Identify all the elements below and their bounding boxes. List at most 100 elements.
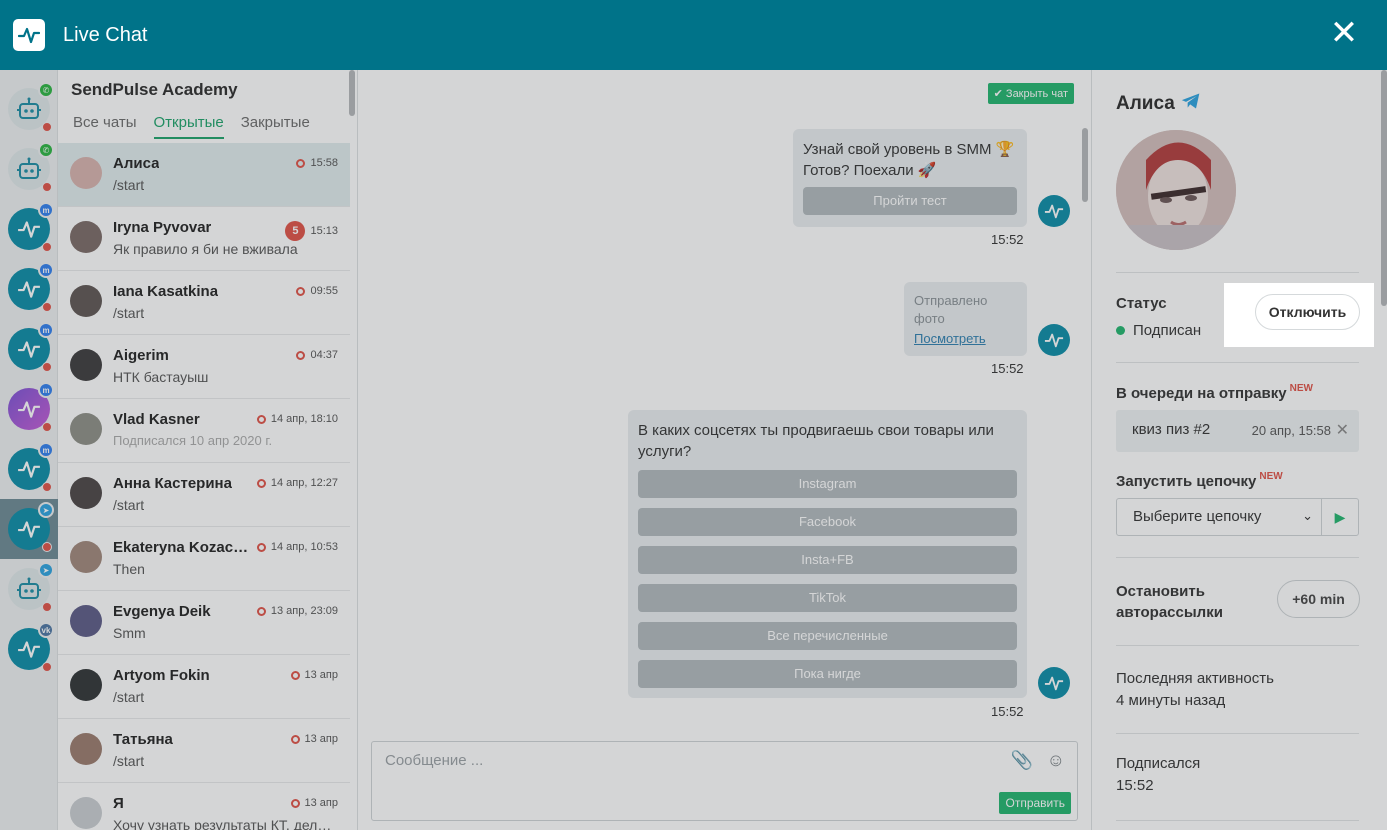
- bot-selector[interactable]: vk: [8, 622, 54, 672]
- bot-avatar-icon: [1038, 324, 1070, 356]
- answer-button[interactable]: Instagram: [638, 470, 1017, 498]
- bot-selector[interactable]: m: [8, 262, 54, 312]
- chat-rows: Алиса/start 15:58 Iryna Pyvovar Як правило …: [58, 143, 350, 830]
- answer-buttons: Instagram Facebook Insta+FB TikTok Все переч…: [638, 470, 1017, 688]
- chat-contact-name: Aigerim: [113, 347, 169, 364]
- unread-dot-icon: [42, 302, 52, 312]
- pause-60-min-button[interactable]: +60 min: [1277, 580, 1360, 618]
- bot-selector[interactable]: ➤: [8, 562, 54, 612]
- answer-button[interactable]: TikTok: [638, 584, 1017, 612]
- chat-list-scrollbar[interactable]: [349, 70, 355, 116]
- start-chain-button[interactable]: ▶: [1321, 498, 1359, 536]
- chat-last-message: /start: [113, 753, 145, 769]
- chat-time-text: 14 апр, 10:53: [270, 541, 338, 553]
- chat-time-text: 04:37: [310, 349, 338, 361]
- tab-open-chats[interactable]: Открытые: [153, 114, 224, 139]
- divider: [1116, 820, 1359, 821]
- chat-time-text: 15:13: [310, 225, 338, 237]
- open-status-icon: [296, 350, 306, 360]
- chat-row[interactable]: Vlad Kasner Подписался 10 апр 2020 г. 14 а…: [58, 399, 350, 463]
- chat-row[interactable]: Алиса/start 15:58: [58, 143, 350, 207]
- answer-button[interactable]: Пока нигде: [638, 660, 1017, 688]
- disconnect-button[interactable]: Отключить: [1255, 294, 1360, 330]
- chain-label-text: Запустить цепочку: [1116, 473, 1257, 490]
- chat-time: 14 апр, 10:53: [256, 541, 338, 553]
- chat-row[interactable]: Artyom Fokin/start 13 апр: [58, 655, 350, 719]
- tab-all-chats[interactable]: Все чаты: [73, 114, 137, 139]
- open-status-icon: [296, 158, 306, 168]
- message-composer[interactable]: Сообщение ... 📎 ☺ Отправить: [371, 741, 1078, 821]
- app-header: Live Chat ✕: [0, 0, 1387, 70]
- divider: [1116, 272, 1359, 273]
- remove-queue-item-icon[interactable]: ✕: [1336, 420, 1349, 440]
- new-badge: NEW: [1289, 383, 1313, 394]
- bot-selector[interactable]: m: [8, 322, 54, 372]
- open-status-icon: [256, 414, 266, 424]
- tab-closed-chats[interactable]: Закрытые: [241, 114, 310, 139]
- send-button[interactable]: Отправить: [999, 792, 1071, 814]
- chat-time-text: 14 апр, 12:27: [270, 477, 338, 489]
- chat-row[interactable]: Я Хочу узнать результаты КТ, делала вчера…: [58, 783, 350, 830]
- messenger-icon: m: [38, 382, 54, 398]
- chain-select[interactable]: Выберите цепочку ⌄: [1116, 498, 1322, 536]
- answer-button[interactable]: Insta+FB: [638, 546, 1017, 574]
- unread-dot-icon: [42, 182, 52, 192]
- chat-row[interactable]: Ekateryna Kozachenko Then 14 апр, 10:53: [58, 527, 350, 591]
- answer-button[interactable]: Все перечисленные: [638, 622, 1017, 650]
- chat-row[interactable]: Анна Кастерина/start 14 апр, 12:27: [58, 463, 350, 527]
- conversation-scrollbar[interactable]: [1082, 128, 1088, 202]
- status-dot-icon: [1116, 326, 1125, 335]
- profile-scrollbar[interactable]: [1381, 70, 1387, 306]
- chat-time: 15:58: [296, 157, 338, 169]
- whatsapp-icon: ✆: [38, 142, 54, 158]
- chat-time: 04:37: [296, 349, 338, 361]
- user-avatar: [70, 733, 102, 765]
- take-test-button[interactable]: Пройти тест: [803, 187, 1017, 215]
- unread-dot-icon: [42, 542, 52, 552]
- chat-time: 14 апр, 12:27: [256, 477, 338, 489]
- chat-contact-name: Ekateryna Kozachenko: [113, 539, 253, 556]
- open-status-icon: [290, 798, 300, 808]
- view-photo-link[interactable]: Посмотреть: [914, 328, 1017, 349]
- chat-row[interactable]: Iryna Pyvovar Як правило я би не вживала 5…: [58, 207, 350, 271]
- chat-row[interactable]: Evgenya Deik Smm 13 апр, 23:09: [58, 591, 350, 655]
- last-activity-value: 4 минуты назад: [1116, 692, 1226, 709]
- status-text: Подписан: [1133, 322, 1202, 339]
- messenger-icon: m: [38, 262, 54, 278]
- bot-selector[interactable]: m: [8, 202, 54, 252]
- telegram-icon: ➤: [38, 562, 54, 578]
- chat-time-text: 13 апр, 23:09: [270, 605, 338, 617]
- bot-selector[interactable]: m: [8, 442, 54, 492]
- queue-item-time: 20 апр, 15:58: [1251, 423, 1331, 438]
- attachment-icon[interactable]: 📎: [1011, 750, 1033, 771]
- chat-row[interactable]: Aigerim НТК бастауыш 04:37: [58, 335, 350, 399]
- unread-dot-icon: [42, 482, 52, 492]
- chain-label: Запустить цепочку NEW: [1116, 471, 1283, 490]
- bot-selector[interactable]: ➤: [8, 502, 54, 552]
- message-input[interactable]: Сообщение ...: [385, 752, 483, 769]
- vk-icon: vk: [38, 622, 54, 638]
- close-icon[interactable]: ✕: [1327, 16, 1361, 52]
- close-chat-button[interactable]: ✔ Закрыть чат: [987, 83, 1074, 104]
- chat-contact-name: Vlad Kasner: [113, 411, 200, 428]
- contact-name: Алиса: [1116, 92, 1201, 116]
- subscribed-value: 15:52: [1116, 777, 1154, 794]
- chat-row[interactable]: Iana Kasatkina/start 09:55: [58, 271, 350, 335]
- answer-button[interactable]: Facebook: [638, 508, 1017, 536]
- contact-profile-panel: Алиса Статус Подписан Отключить В очеред…: [1091, 70, 1387, 830]
- open-status-icon: [256, 542, 266, 552]
- bot-selector[interactable]: ✆: [8, 82, 54, 132]
- user-avatar: [70, 669, 102, 701]
- stop-label-line: авторассылки: [1116, 604, 1223, 621]
- bot-selector[interactable]: ✆: [8, 142, 54, 192]
- unread-dot-icon: [42, 662, 52, 672]
- chat-row[interactable]: Татьяна/start 13 апр: [58, 719, 350, 783]
- unread-dot-icon: [42, 602, 52, 612]
- bot-selector[interactable]: m: [8, 382, 54, 432]
- chat-contact-name: Алиса: [113, 155, 160, 172]
- emoji-icon[interactable]: ☺: [1047, 750, 1065, 771]
- open-status-icon: [256, 478, 266, 488]
- chat-last-message: /start: [113, 497, 145, 513]
- chat-time-text: 15:58: [310, 157, 338, 169]
- chat-last-message: Хочу узнать результаты КТ, делала вчера: [113, 817, 338, 830]
